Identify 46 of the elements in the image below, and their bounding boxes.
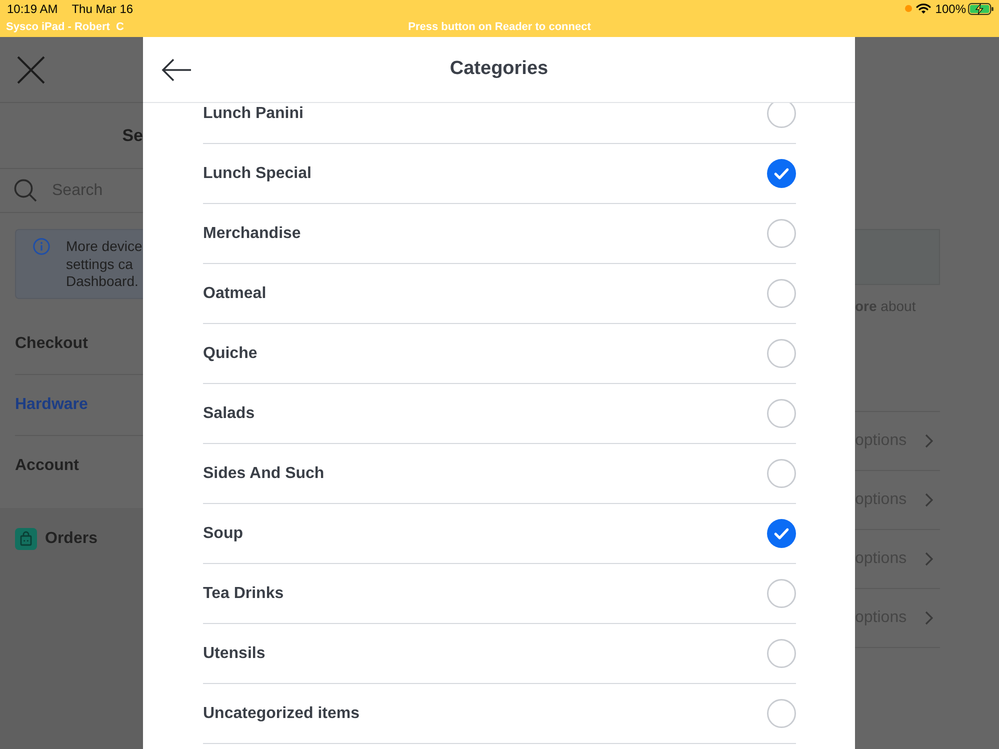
chevron-right-icon: [925, 493, 933, 507]
category-name: Quiche: [203, 344, 258, 364]
status-date: Thu Mar 16: [72, 0, 134, 18]
wifi-icon: [916, 3, 932, 14]
page-title: Se: [122, 124, 143, 147]
checkbox[interactable]: [767, 639, 796, 668]
checkbox[interactable]: [767, 519, 796, 548]
info-icon: [33, 238, 50, 255]
category-name: Uncategorized items: [203, 704, 360, 724]
category-name: Soup: [203, 524, 243, 544]
checkbox[interactable]: [767, 399, 796, 428]
checkbox[interactable]: [767, 103, 796, 128]
checkbox[interactable]: [767, 579, 796, 608]
nav-item[interactable]: Hardware: [15, 393, 88, 417]
category-name: Oatmeal: [203, 284, 266, 304]
info-banner-text: More device settings ca Dashboard.: [66, 238, 142, 290]
checkbox[interactable]: [767, 459, 796, 488]
checkbox[interactable]: [767, 339, 796, 368]
category-name: Lunch Panini: [203, 104, 304, 124]
checkbox[interactable]: [767, 279, 796, 308]
battery-percentage: 100%: [935, 0, 966, 18]
search-icon: [14, 179, 37, 202]
category-name: Salads: [203, 404, 255, 424]
orders-link[interactable]: Orders: [45, 527, 98, 551]
checkbox[interactable]: [767, 219, 796, 248]
checkbox[interactable]: [767, 159, 796, 188]
shopping-bag-icon: [15, 528, 37, 550]
checkbox[interactable]: [767, 699, 796, 728]
modal-title: Categories: [450, 57, 548, 82]
battery-charging-icon: [968, 2, 994, 14]
category-name: Sides And Such: [203, 464, 324, 484]
category-name: Merchandise: [203, 224, 301, 244]
recording-dot-icon: [905, 5, 912, 12]
category-name: Utensils: [203, 644, 266, 664]
device-name: Sysco iPad - Robert C: [6, 20, 124, 35]
chevron-right-icon: [925, 434, 933, 448]
chevron-right-icon: [925, 552, 933, 566]
status-time: 10:19 AM: [7, 0, 58, 18]
close-icon[interactable]: [17, 56, 45, 84]
category-name: Tea Drinks: [203, 584, 284, 604]
back-arrow-icon[interactable]: [161, 58, 192, 82]
chevron-right-icon: [925, 611, 933, 625]
nav-item[interactable]: Checkout: [15, 332, 88, 356]
nav-item[interactable]: Account: [15, 454, 79, 478]
reader-connect-message: Press button on Reader to connect: [408, 20, 591, 35]
category-name: Lunch Special: [203, 164, 312, 184]
